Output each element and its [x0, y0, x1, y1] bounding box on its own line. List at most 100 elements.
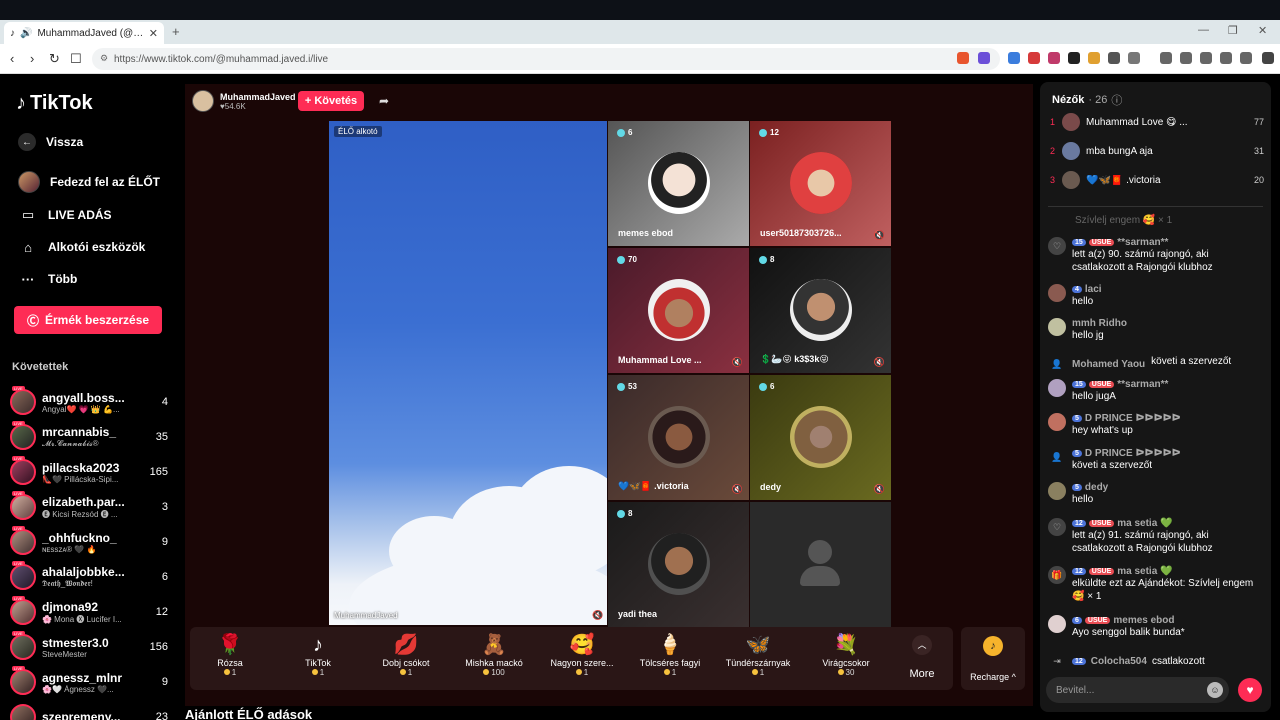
browser-tab[interactable]: ♪ 🔊 MuhammadJaved (@muhamm... ✕	[4, 22, 164, 44]
chat-username[interactable]: mmh Ridho	[1072, 318, 1127, 329]
chat-user: 12 USUE ma setia 💚	[1072, 566, 1263, 577]
top-viewer-row[interactable]: 1 Muhammad Love 😋 ... 77	[1050, 112, 1264, 132]
forward-arrow-icon[interactable]: ›	[30, 51, 34, 66]
guest-tile[interactable]: 8 💲🦢😜 k3$3k😜 🔇	[750, 248, 891, 373]
follow-button[interactable]: + Követés	[298, 91, 364, 111]
chat-username[interactable]: **sarman**	[1117, 237, 1168, 248]
media-icon[interactable]	[1160, 52, 1172, 64]
following-item[interactable]: LIVE agnessz_mlnr 🌸🤍 Ágnessz 🖤... 9	[10, 665, 168, 699]
chat-username[interactable]: memes ebod	[1113, 615, 1174, 626]
extension-icon[interactable]	[1128, 52, 1140, 64]
gift-item[interactable]: 🌹 Rózsa 1	[190, 632, 270, 677]
extension-icon[interactable]	[1048, 52, 1060, 64]
main-video[interactable]	[329, 121, 607, 625]
guest-tile[interactable]: 8 yadi thea	[608, 502, 749, 627]
following-item[interactable]: LIVE mrcannabis_ 𝓜𝓻.𝓒𝓪𝓷𝓷𝓪𝓫𝓲𝓼® 35	[10, 420, 168, 454]
like-heart-button[interactable]: ♥	[1238, 678, 1262, 702]
gift-item[interactable]: ♪ TikTok 1	[278, 632, 358, 677]
viewers-icon	[759, 382, 767, 391]
following-item[interactable]: LIVE stmester3.0 SteveMester 156	[10, 630, 168, 664]
nav-explore-live[interactable]: Fedezd fel az ÉLŐT	[18, 171, 160, 193]
avatar[interactable]	[1048, 379, 1066, 397]
avatar[interactable]	[1048, 615, 1066, 633]
sidebar-icon[interactable]	[1180, 52, 1192, 64]
gift-item[interactable]: 💋 Dobj csókot 1	[366, 632, 446, 677]
new-tab-button[interactable]: +	[172, 24, 180, 39]
extension-icon[interactable]	[1028, 52, 1040, 64]
chat-input[interactable]: Bevitel...	[1046, 677, 1229, 703]
leo-icon[interactable]	[1220, 52, 1232, 64]
wings-icon: 🦋	[745, 634, 771, 656]
top-viewer-row[interactable]: 3 💙🦋🧧 .victoria 20	[1050, 170, 1264, 190]
menu-icon[interactable]	[1262, 52, 1274, 64]
info-icon[interactable]: ⓘ	[1111, 92, 1122, 108]
guest-tile[interactable]: 12 user50187303726... 🔇	[750, 121, 891, 246]
gift-item[interactable]: 🦋 Tündérszárnyak 1	[718, 632, 798, 677]
url-field[interactable]: ⚙ https://www.tiktok.com/@muhammad.javed…	[92, 48, 1000, 70]
gift-item[interactable]: 🧸 Mishka mackó 100	[454, 632, 534, 677]
following-item[interactable]: LIVE djmona92 🌸 Mona 🅧 Lucifer I... 12	[10, 595, 168, 629]
chat-text: Ayo senggol balik bunda*	[1072, 627, 1185, 638]
back-arrow-icon[interactable]: ‹	[10, 51, 14, 66]
brave-shield-icon[interactable]	[957, 52, 969, 64]
rewards-icon[interactable]	[978, 52, 990, 64]
chat-username[interactable]: **sarman**	[1117, 379, 1168, 390]
guest-tile[interactable]: 6 dedy 🔇	[750, 375, 891, 500]
wallet-icon[interactable]	[1200, 52, 1212, 64]
chat-username[interactable]: Mohamed Yaou	[1072, 355, 1145, 373]
chat-username[interactable]: laci	[1085, 284, 1102, 295]
following-item[interactable]: LIVE angyall.boss... Angyal❤️ 💗 👑 💪... 4	[10, 385, 168, 419]
bouquet-icon: 💐	[833, 634, 859, 656]
chat-username[interactable]: D PRINCE ᐅᐅᐅᐅᐅ	[1085, 413, 1181, 424]
chat-username[interactable]: Colocha504	[1091, 656, 1147, 667]
get-coins-button[interactable]: Ⓒ Érmék beszerzése	[14, 306, 162, 334]
chat-username[interactable]: ma setia 💚	[1117, 518, 1172, 529]
following-item[interactable]: LIVE elizabeth.par... 🅔 Kicsi Rezsód 🅔 ..…	[10, 490, 168, 524]
host-info[interactable]: MuhammadJaved ♥54.6K	[192, 90, 296, 112]
chat-username[interactable]: ma setia 💚	[1117, 566, 1172, 577]
chat-username[interactable]: dedy	[1085, 482, 1108, 493]
following-item[interactable]: szepremeny... 23	[10, 700, 168, 720]
extension-icon[interactable]	[1068, 52, 1080, 64]
emoji-icon[interactable]: ☺	[1207, 682, 1223, 698]
avatar[interactable]	[1048, 413, 1066, 431]
tiktok-logo[interactable]: ♪ TikTok	[16, 92, 93, 115]
avatar: LIVE	[10, 596, 36, 625]
following-item[interactable]: LIVE pillacska2023 👠🖤 Pillácska-Sipi... 1…	[10, 455, 168, 489]
close-tab-icon[interactable]: ✕	[149, 27, 158, 40]
avatar[interactable]	[1048, 318, 1066, 336]
guest-tile[interactable]: 70 Muhammad Love ... 🔇	[608, 248, 749, 373]
chat-username[interactable]: D PRINCE ᐅᐅᐅᐅᐅ	[1085, 448, 1181, 459]
guest-count: 8	[628, 509, 633, 518]
vpn-icon[interactable]	[1240, 52, 1252, 64]
gift-item[interactable]: 🍦 Tölcséres fagyi 1	[630, 632, 710, 677]
share-icon[interactable]: ➦	[379, 94, 389, 108]
site-info-icon[interactable]: ⚙	[100, 53, 108, 64]
following-item[interactable]: LIVE _ohhfuckno_ ɴᴇssᴢᴀ® 🖤 🔥 9	[10, 525, 168, 559]
gift-item[interactable]: 💐 Virágcsokor 30	[806, 632, 886, 677]
minimize-button[interactable]: —	[1198, 24, 1209, 36]
nav-creator-tools[interactable]: ⌂ Alkotói eszközök	[18, 237, 145, 257]
host-avatar[interactable]	[192, 90, 214, 112]
empty-guest-slot[interactable]	[750, 502, 891, 627]
bookmark-icon[interactable]: ☐	[70, 51, 82, 67]
gift-item[interactable]: 🥰 Nagyon szere... 1	[542, 632, 622, 677]
maximize-button[interactable]: ❐	[1228, 24, 1238, 37]
extension-icon[interactable]	[1088, 52, 1100, 64]
back-button[interactable]: ← Vissza	[18, 133, 83, 151]
puzzle-icon[interactable]	[1108, 52, 1120, 64]
translate-icon[interactable]	[1008, 52, 1020, 64]
recharge-button[interactable]: ♪ Recharge ^	[961, 627, 1025, 690]
avatar[interactable]	[1048, 284, 1066, 302]
reload-icon[interactable]: ↻	[49, 51, 60, 67]
nav-more[interactable]: ··· Több	[18, 269, 78, 289]
more-gifts-button[interactable]: ︿ More	[902, 632, 942, 680]
guest-tile[interactable]: 53 💙🦋🧧 .victoria 🔇	[608, 375, 749, 500]
close-window-button[interactable]: ✕	[1258, 24, 1267, 37]
gift-price: 100	[454, 668, 534, 677]
top-viewer-row[interactable]: 2 mba bungA aja 31	[1050, 141, 1264, 161]
following-item[interactable]: LIVE ahalaljobbke... 𝕯𝖊𝖆𝖙𝖍_𝖂𝖔𝖓𝖉𝖊𝖗! 6	[10, 560, 168, 594]
avatar[interactable]	[1048, 482, 1066, 500]
nav-go-live[interactable]: ▭ LIVE ADÁS	[18, 205, 112, 225]
guest-tile[interactable]: 6 memes ebod	[608, 121, 749, 246]
